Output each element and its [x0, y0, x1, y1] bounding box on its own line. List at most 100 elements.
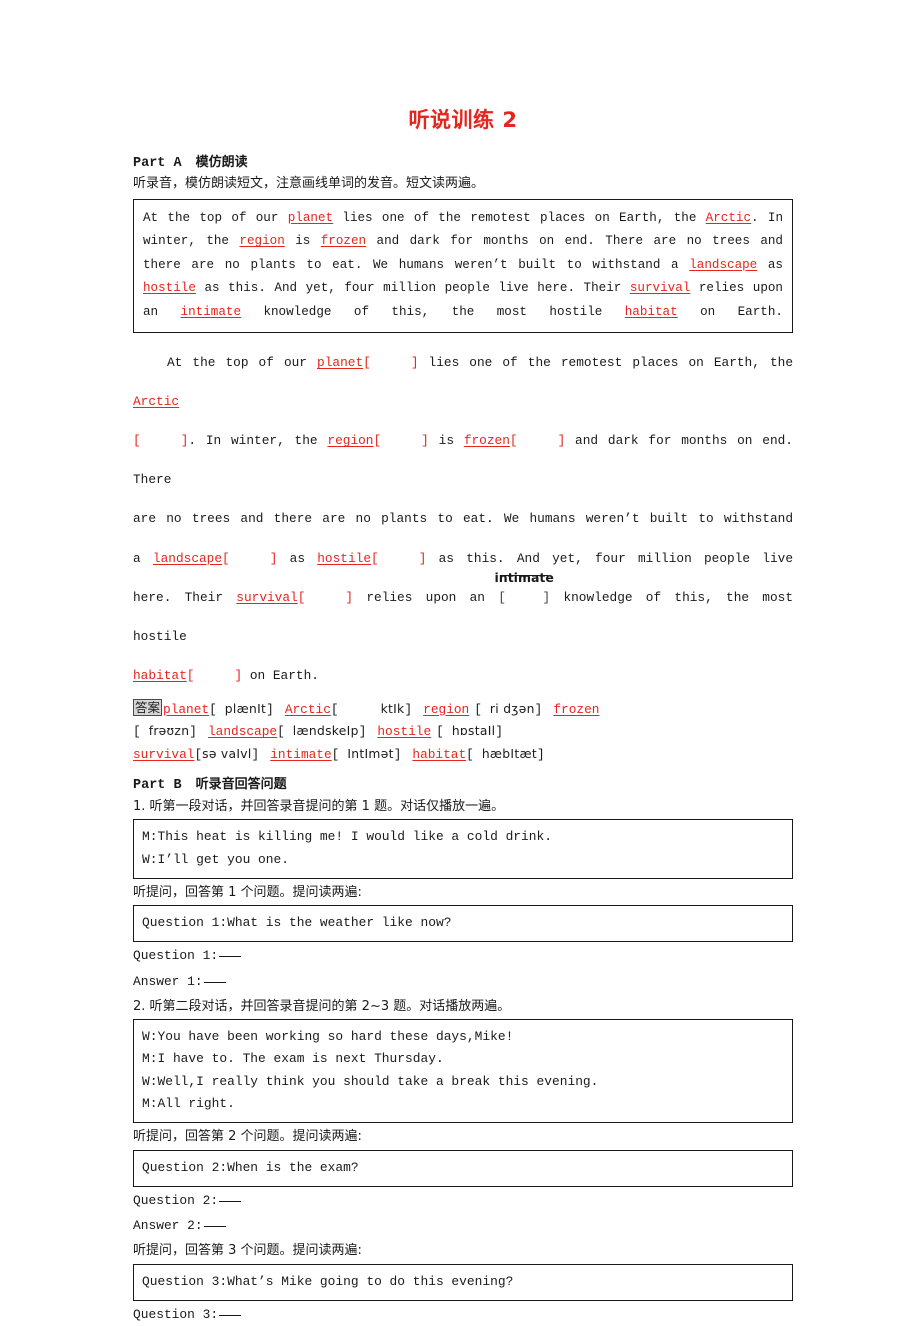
dialogue-line: W:You have been working so hard these da… [142, 1029, 514, 1045]
bracket-open: [ [186, 667, 195, 683]
bracket-close: ] [345, 589, 354, 605]
question3-text: Question 3:What’s Mike going to do this … [142, 1273, 514, 1289]
ipa-open: [ [209, 701, 217, 717]
ipa-open: [ [436, 724, 444, 740]
ipa-close: ] [189, 724, 197, 740]
answer1-input[interactable] [203, 971, 226, 983]
answer2-input[interactable] [203, 1215, 226, 1227]
ipa-close: ] [358, 724, 367, 740]
item2-prompt-q2: 听提问，回答第 2 个问题。提问读两遍: [133, 1129, 362, 1145]
answer-word-region: region [423, 701, 470, 717]
bracket-open: [ [363, 355, 371, 371]
keyword-survival: survival [629, 281, 691, 296]
ipa-close: ] [251, 747, 260, 763]
answer-ipa-planet: plænIt [224, 701, 267, 716]
ipa-open: [ [330, 701, 339, 717]
item2-prompt-q3: 听提问，回答第 3 个问题。提问读两遍: [133, 1243, 362, 1259]
item2-dialogue-box: W:You have been working so hard these da… [133, 1019, 793, 1124]
keyword-region: region [239, 234, 285, 249]
answer-ipa-intimate: IntImət [347, 747, 394, 762]
answer-word-arctic: Arctic [284, 701, 331, 717]
question1-answer-row: Question 1: [133, 945, 793, 967]
question2-text: Question 2:When is the exam? [142, 1159, 359, 1175]
answer-ipa-landscape: lændskeIp [292, 724, 359, 739]
question3-label: Question 3: [133, 1306, 219, 1322]
passage-box: At the top of our planet lies one of the… [133, 198, 793, 334]
bracket-open: [ [373, 433, 382, 449]
ipa-open: [ [331, 747, 340, 763]
ipa-close: ] [266, 701, 274, 717]
question2-answer-row: Question 2: [133, 1190, 793, 1212]
question1-label: Question 1: [133, 948, 219, 964]
page-title: 听说训练 2 [408, 108, 518, 132]
ipa-open: [ [474, 701, 482, 717]
answer-ipa-region: ri dʒən [489, 701, 535, 716]
answer2-label: Answer 2: [133, 1217, 203, 1233]
ipa-close: ] [495, 724, 504, 740]
question3-input[interactable] [219, 1304, 242, 1316]
bracket-open: [ [509, 433, 518, 449]
passage-seg: At the top of our [143, 210, 288, 225]
answer-word-survival: survival [133, 747, 195, 763]
passage-text: At the top of our planet lies one of the… [143, 207, 783, 325]
cloze-keyword-region: region [327, 433, 374, 449]
cloze-keyword-landscape: landscape [152, 550, 223, 566]
dialogue-line: M:This heat is killing me! I would like … [142, 829, 552, 845]
keyword-habitat: habitat [624, 304, 678, 319]
annotation-rule [500, 574, 549, 576]
dialogue-line: W:Well,I really think you should take a … [142, 1073, 599, 1089]
ipa-close: ] [536, 747, 545, 763]
part-a-label: Part A [133, 156, 182, 172]
ipa-open: [ [133, 724, 141, 740]
question2-label: Question 2: [133, 1192, 219, 1208]
question2-box: Question 2:When is the exam? [133, 1149, 793, 1187]
cloze-line-5: here. Their survival[] relies upon an in… [133, 570, 793, 656]
answer-ipa-frozen: frəʊzn [148, 724, 190, 739]
cloze-text: as [277, 550, 318, 566]
cloze-text: lies one of the remotest places on Earth… [418, 355, 793, 371]
keyword-intimate: intimate [180, 304, 242, 319]
question1-box: Question 1:What is the weather like now? [133, 905, 793, 943]
keyword-planet: planet [287, 210, 334, 225]
document-page: 听说训练 2 Part A 模仿朗读 听录音，模仿朗读短文，注意画线单词的发音。短… [0, 0, 920, 1322]
bracket-close: ] [421, 433, 429, 449]
answer-word-habitat: habitat [412, 747, 467, 763]
answer-ipa-hostile: hɒstaIl [451, 724, 496, 739]
question2-input[interactable] [219, 1190, 242, 1202]
cloze-text: . In winter, the [188, 433, 328, 449]
ipa-open: [ [466, 747, 474, 763]
bracket-open: [ [371, 550, 379, 566]
answer-badge: 答案 [133, 698, 163, 717]
cloze-line-1: At the top of our planet[] lies one of t… [133, 343, 793, 421]
annotation-word-intimate: intimate [494, 569, 554, 585]
cloze-line-4: a landscape[] as hostile[] as this. And … [133, 539, 793, 578]
keyword-hostile: hostile [143, 281, 196, 296]
bracket-open: [ [297, 589, 306, 605]
answer-word-intimate: intimate [270, 747, 332, 763]
answer-key: 答案 planet[plænIt] Arctic[ktIk] region[ri dʒ… [133, 698, 793, 767]
cloze-text: on Earth. [242, 667, 319, 683]
passage-seg: lies one of the remotest places on Earth… [333, 210, 706, 225]
cloze-keyword-planet: planet [317, 355, 364, 371]
cloze-keyword-habitat: habitat [133, 667, 187, 683]
part-b-title: 听录音回答问题 [195, 776, 287, 792]
cloze-text: At the top of our [167, 355, 318, 371]
item1-prompt: 听提问，回答第 1 个问题。提问读两遍: [133, 884, 362, 900]
question1-text: Question 1:What is the weather like now? [142, 915, 452, 931]
passage-seg: as [757, 257, 783, 272]
question3-answer-row: Question 3: [133, 1304, 793, 1326]
item2-instruction: 2. 听第二段对话，并回答录音提问的第 2~3 题。对话播放两遍。 [133, 998, 511, 1014]
answer2-row: Answer 2: [133, 1215, 793, 1237]
answer-word-frozen: frozen [553, 701, 600, 717]
question1-input[interactable] [219, 945, 242, 958]
answer-word-landscape: landscape [207, 724, 278, 740]
cloze-text: relies upon an [353, 589, 499, 605]
answer-ipa-arctic: ktIk [380, 701, 405, 716]
answer-key-line-1: 答案 planet[plænIt] Arctic[ktIk] region[ri dʒ… [133, 698, 793, 722]
cloze-text: is [428, 433, 464, 449]
keyword-landscape: landscape [689, 257, 758, 272]
dialogue-line: M:All right. [142, 1095, 235, 1111]
bracket-open: [ [133, 433, 141, 449]
answer-ipa-habitat: hæbItæt [481, 747, 537, 762]
part-a-heading: Part A 模仿朗读 [133, 151, 793, 171]
